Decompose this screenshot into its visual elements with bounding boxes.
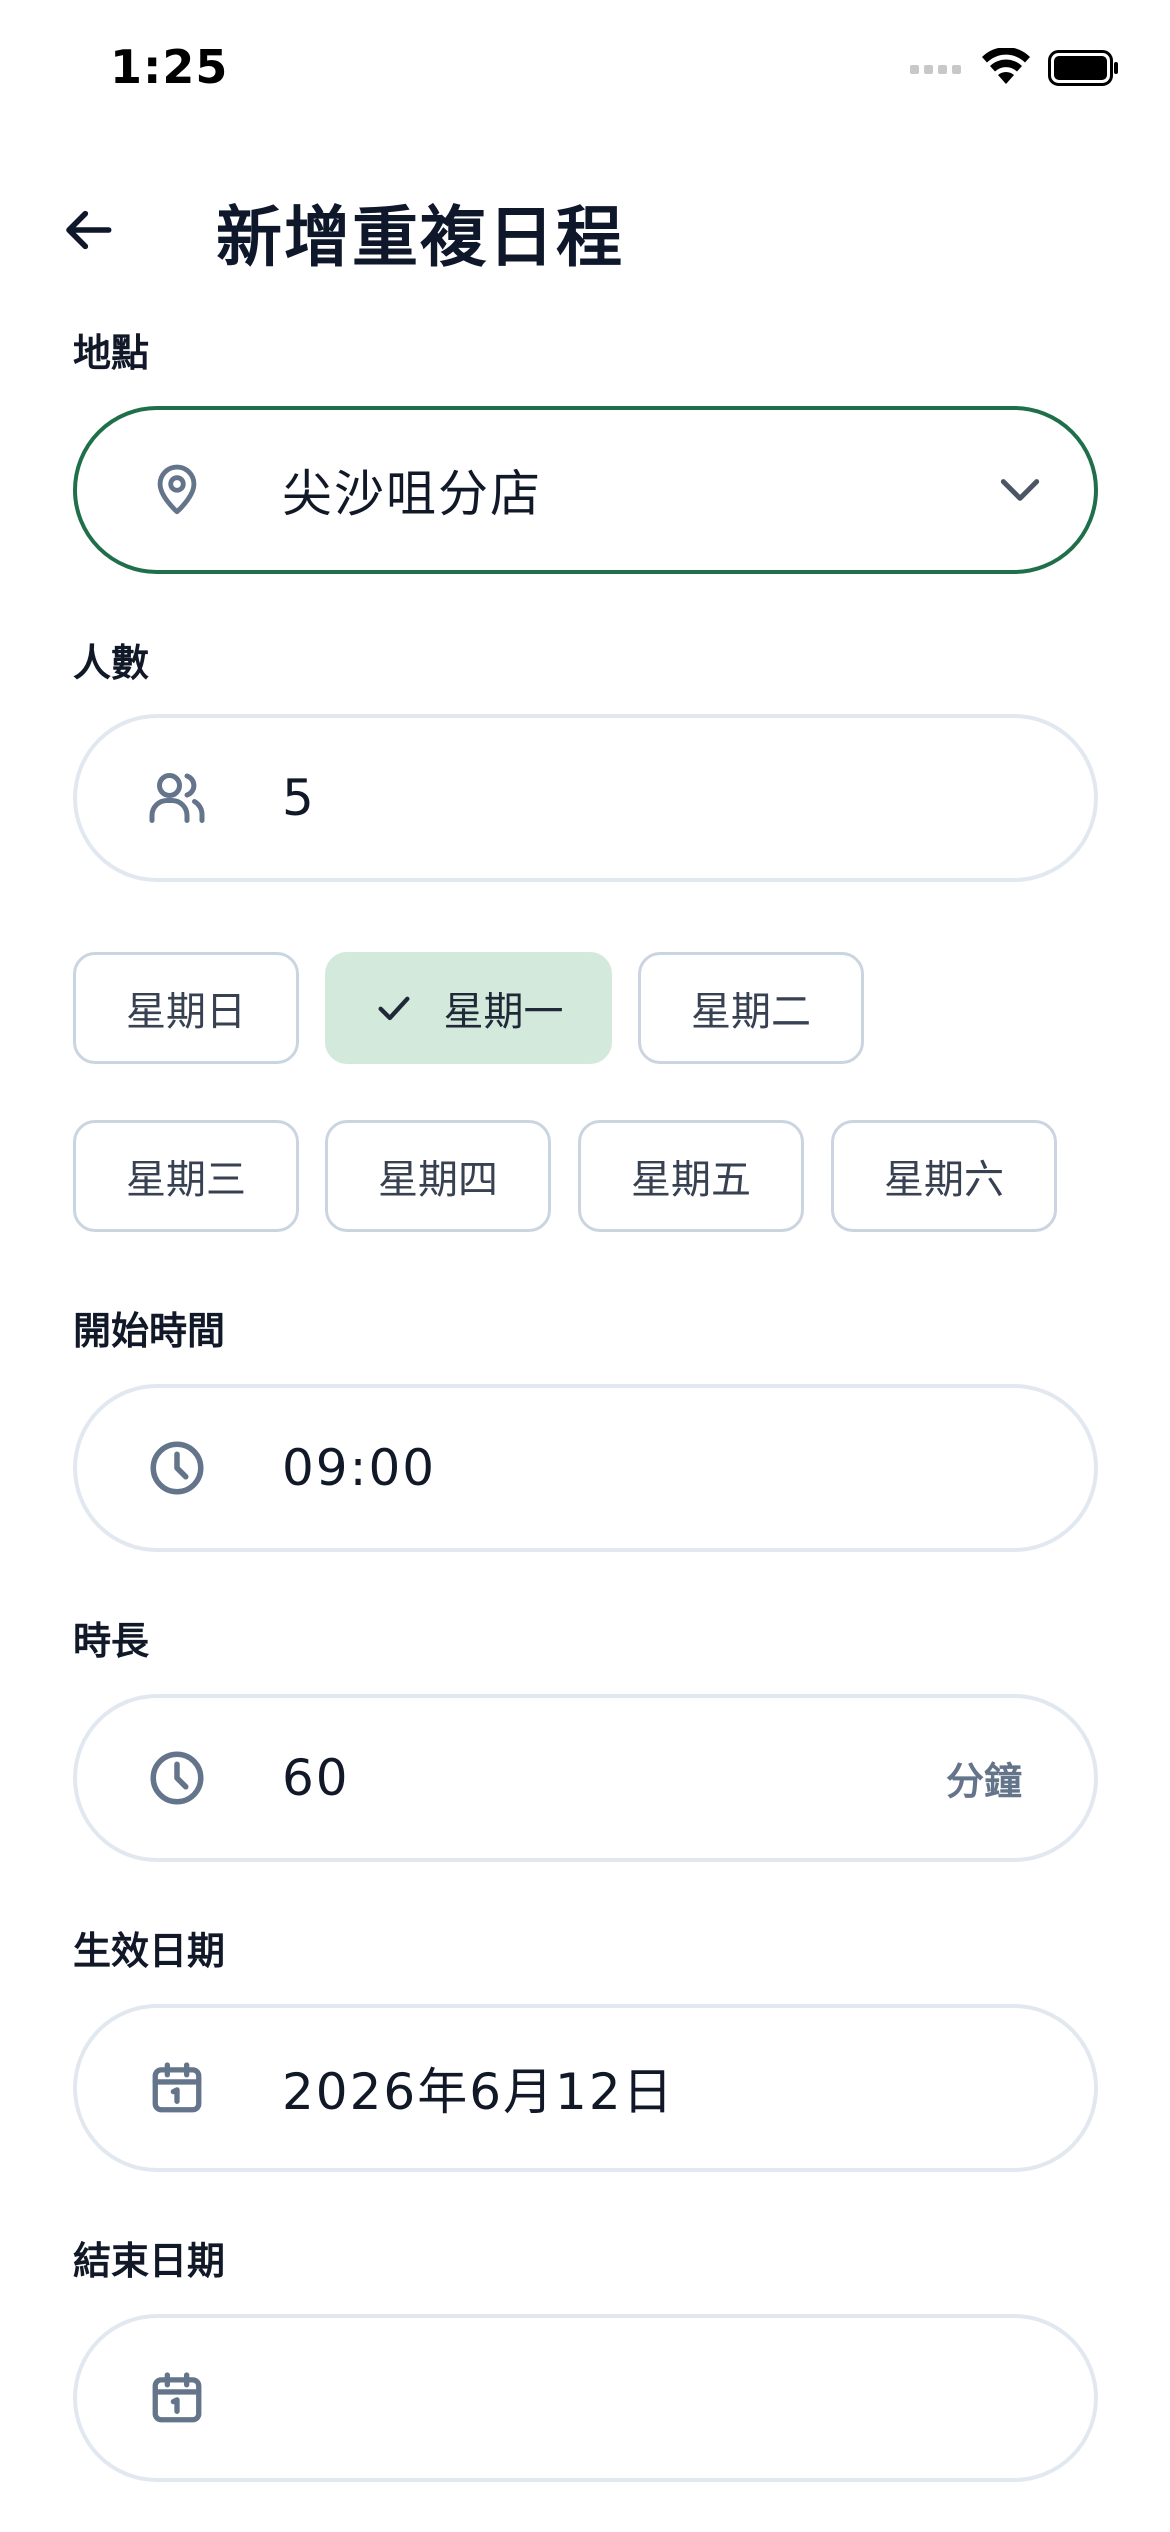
weekday-chip-wednesday[interactable]: 星期三 — [73, 1120, 299, 1232]
weekday-chip-tuesday[interactable]: 星期二 — [638, 952, 864, 1064]
start-time-label: 開始時間 — [73, 1309, 226, 1353]
weekday-chip-label: 星期一 — [443, 989, 564, 1035]
people-input[interactable]: 5 — [73, 714, 1098, 882]
start-time-input[interactable]: 09:00 — [73, 1384, 1098, 1552]
clock-icon — [147, 1748, 207, 1808]
location-label: 地點 — [73, 331, 150, 375]
weekday-chip-label: 星期日 — [126, 989, 246, 1035]
people-value: 5 — [282, 769, 316, 827]
people-label: 人數 — [73, 641, 150, 685]
effective-date-value: 2026年6月12日 — [282, 2063, 675, 2121]
clock-icon — [147, 1438, 207, 1498]
status-bar: 1:25 — [0, 0, 1170, 150]
weekday-chip-label: 星期三 — [126, 1157, 246, 1203]
location-value: 尖沙咀分店 — [282, 465, 542, 523]
calendar-icon — [147, 2368, 207, 2428]
battery-icon — [1048, 50, 1118, 86]
weekday-chip-sunday[interactable]: 星期日 — [73, 952, 299, 1064]
effective-date-label: 生效日期 — [73, 1929, 226, 1973]
effective-date-input[interactable]: 2026年6月12日 — [73, 2004, 1098, 2172]
duration-value: 60 — [282, 1749, 350, 1807]
map-pin-icon — [147, 460, 207, 520]
start-time-value: 09:00 — [282, 1439, 437, 1497]
duration-unit: 分鐘 — [945, 1759, 1022, 1804]
duration-input[interactable]: 60 分鐘 — [73, 1694, 1098, 1862]
weekday-chip-label: 星期四 — [378, 1157, 498, 1203]
users-icon — [147, 768, 207, 828]
location-select[interactable]: 尖沙咀分店 — [73, 406, 1098, 574]
status-icons — [910, 48, 1120, 88]
weekday-chip-saturday[interactable]: 星期六 — [831, 1120, 1057, 1232]
chevron-down-icon[interactable] — [990, 460, 1050, 520]
weekday-chip-monday[interactable]: 星期一 — [325, 952, 612, 1064]
check-icon — [374, 988, 414, 1028]
status-time: 1:25 — [110, 40, 229, 94]
weekday-chip-friday[interactable]: 星期五 — [578, 1120, 804, 1232]
weekday-chip-label: 星期五 — [631, 1157, 751, 1203]
back-button[interactable] — [50, 190, 130, 270]
page-title: 新增重複日程 — [216, 199, 624, 276]
end-date-input[interactable] — [73, 2314, 1098, 2482]
weekday-chip-label: 星期二 — [691, 989, 811, 1035]
header: 新增重複日程 — [0, 170, 1170, 290]
cellular-signal-icon — [910, 65, 961, 74]
wifi-icon — [982, 48, 1030, 84]
arrow-left-icon — [66, 210, 112, 250]
calendar-icon — [147, 2058, 207, 2118]
duration-label: 時長 — [73, 1619, 150, 1663]
weekday-chip-label: 星期六 — [884, 1157, 1004, 1203]
weekday-chip-thursday[interactable]: 星期四 — [325, 1120, 551, 1232]
end-date-label: 結束日期 — [73, 2239, 226, 2283]
